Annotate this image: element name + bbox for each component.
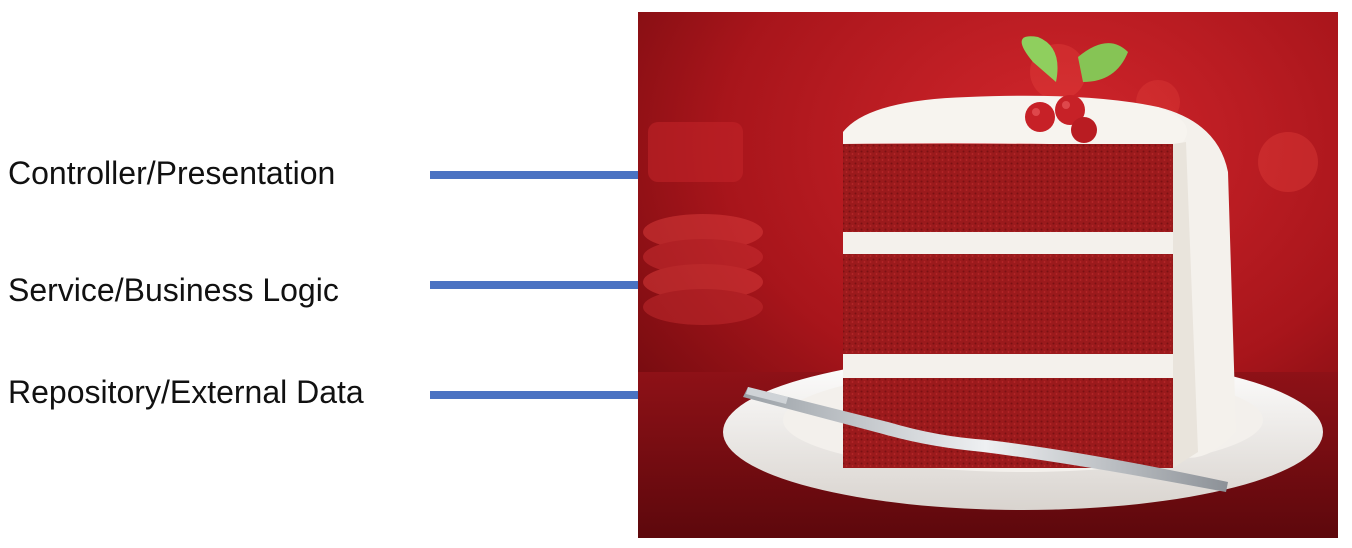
cake-photo bbox=[638, 12, 1338, 538]
